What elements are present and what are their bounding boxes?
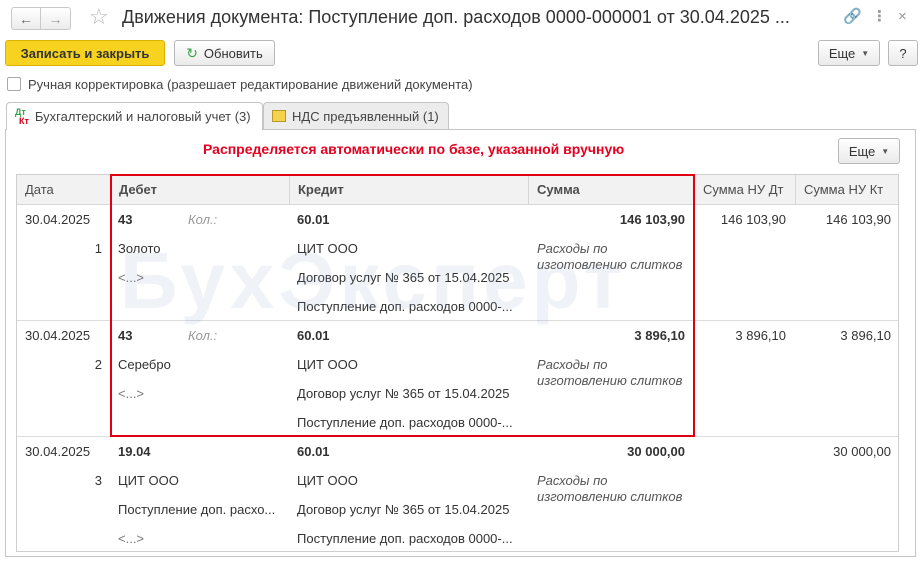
cell-credit-subconto-3: Поступление доп. расходов 0000-... [297,531,513,546]
cell-debit-qty-label: Кол.: [188,212,218,227]
cell-content: Расходы по изготовлению слитков [537,357,683,388]
cell-nu-kt: 146 103,90 [825,212,891,227]
cell-debit-subconto-1: Золото [118,241,161,256]
cell-credit-account: 60.01 [297,212,330,227]
forward-button[interactable]: → [41,7,71,30]
cell-content: Расходы по изготовлению слитков [537,241,683,272]
cell-debit-subconto-1: ЦИТ ООО [118,473,179,488]
cell-credit-account: 60.01 [297,328,330,343]
cell-amount: 146 103,90 [619,212,685,227]
manual-edit-checkbox[interactable] [7,77,21,91]
cell-nu-dt: 146 103,90 [720,212,786,227]
arrow-left-icon: ← [19,10,33,27]
cell-debit-account: 43 [118,328,133,343]
tab-vat-label: НДС предъявленный (1) [292,108,439,124]
window-title: Движения документа: Поступление доп. рас… [122,7,790,27]
table-header: Дата Дебет Кредит Сумма Сумма НУ Дт Сумм… [17,175,898,205]
cell-row-number: 2 [94,357,102,372]
more-label: Еще [828,45,856,61]
cell-debit-qty-label: Кол.: [188,328,218,343]
cell-content: Расходы по изготовлению слитков [537,473,683,504]
cell-date: 30.04.2025 [25,444,91,459]
cell-credit-subconto-2: Договор услуг № 365 от 15.04.2025 [297,502,510,517]
table-row[interactable]: 30.04.2025 2 43 Кол.: Серебро <...> 60.0… [17,321,898,437]
cell-debit-subconto-3: <...> [118,531,145,546]
cell-debit-subconto-2: <...> [118,386,145,401]
tab-accounting-label: Бухгалтерский и налоговый учет (3) [34,109,251,124]
cell-nu-kt: 3 896,10 [840,328,891,343]
distribution-banner: Распределяется автоматически по базе, ук… [203,141,625,157]
column-header-debit[interactable]: Дебет [111,175,290,205]
tab-more-button[interactable]: Еще ▼ [838,138,900,164]
cell-credit-subconto-2: Договор услуг № 365 от 15.04.2025 [297,386,510,401]
cell-date: 30.04.2025 [25,328,91,343]
column-header-credit[interactable]: Кредит [290,175,529,205]
column-header-amount[interactable]: Сумма [529,175,695,205]
cell-credit-subconto-1: ЦИТ ООО [297,473,358,488]
title-bar: ← → ☆ Движения документа: Поступление до… [0,0,921,36]
cell-credit-subconto-1: ЦИТ ООО [297,241,358,256]
cell-debit-subconto-2: Поступление доп. расхо... [118,502,276,517]
more-menu-icon[interactable]: ⋮ [872,8,887,26]
column-header-date[interactable]: Дата [17,175,111,205]
cell-debit-account: 43 [118,212,133,227]
manual-edit-label[interactable]: Ручная корректировка (разрешает редактир… [28,77,473,92]
cell-credit-subconto-3: Поступление доп. расходов 0000-... [297,299,513,314]
cell-row-number: 3 [94,473,102,488]
more-button[interactable]: Еще ▼ [818,40,880,66]
postings-table[interactable]: Дата Дебет Кредит Сумма Сумма НУ Дт Сумм… [16,174,899,552]
favorite-star-icon[interactable]: ☆ [89,4,109,30]
cell-credit-subconto-1: ЦИТ ООО [297,357,358,372]
cell-date: 30.04.2025 [25,212,91,227]
cell-nu-kt: 30 000,00 [833,444,891,459]
cell-amount: 3 896,10 [634,328,685,343]
tab-more-label: Еще [848,143,876,159]
chevron-down-icon: ▼ [861,48,870,58]
save-and-close-button[interactable]: Записать и закрыть [5,40,165,66]
cell-credit-subconto-2: Договор услуг № 365 от 15.04.2025 [297,270,510,285]
arrow-right-icon: → [48,10,63,27]
link-icon[interactable]: 🔗 [843,8,862,26]
column-header-nu-dt[interactable]: Сумма НУ Дт [695,175,796,205]
table-row[interactable]: 30.04.2025 3 19.04 ЦИТ ООО Поступление д… [17,437,898,551]
cell-row-number: 1 [94,241,102,256]
cell-debit-subconto-1: Серебро [118,357,171,372]
table-row[interactable]: 30.04.2025 1 43 Кол.: Золото <...> 60.01… [17,205,898,321]
column-header-nu-kt[interactable]: Сумма НУ Кт [796,175,898,205]
tab-vat[interactable]: НДС предъявленный (1) [263,102,449,129]
dt-kt-icon: Дт Кт [15,106,29,126]
cell-credit-account: 60.01 [297,444,330,459]
cell-nu-dt: 3 896,10 [735,328,786,343]
back-button[interactable]: ← [11,7,41,30]
tab-accounting[interactable]: Дт Кт Бухгалтерский и налоговый учет (3) [6,102,263,130]
cell-debit-account: 19.04 [118,444,151,459]
close-icon[interactable]: × [898,8,907,26]
cell-debit-subconto-2: <...> [118,270,145,285]
help-button[interactable]: ? [888,40,918,66]
vat-register-icon [272,110,286,122]
cell-credit-subconto-3: Поступление доп. расходов 0000-... [297,415,513,430]
refresh-icon: ↻ [186,44,198,61]
cell-amount: 30 000,00 [627,444,685,459]
chevron-down-icon: ▼ [881,146,890,156]
refresh-label: Обновить [203,45,263,61]
refresh-button[interactable]: ↻ Обновить [174,40,275,66]
